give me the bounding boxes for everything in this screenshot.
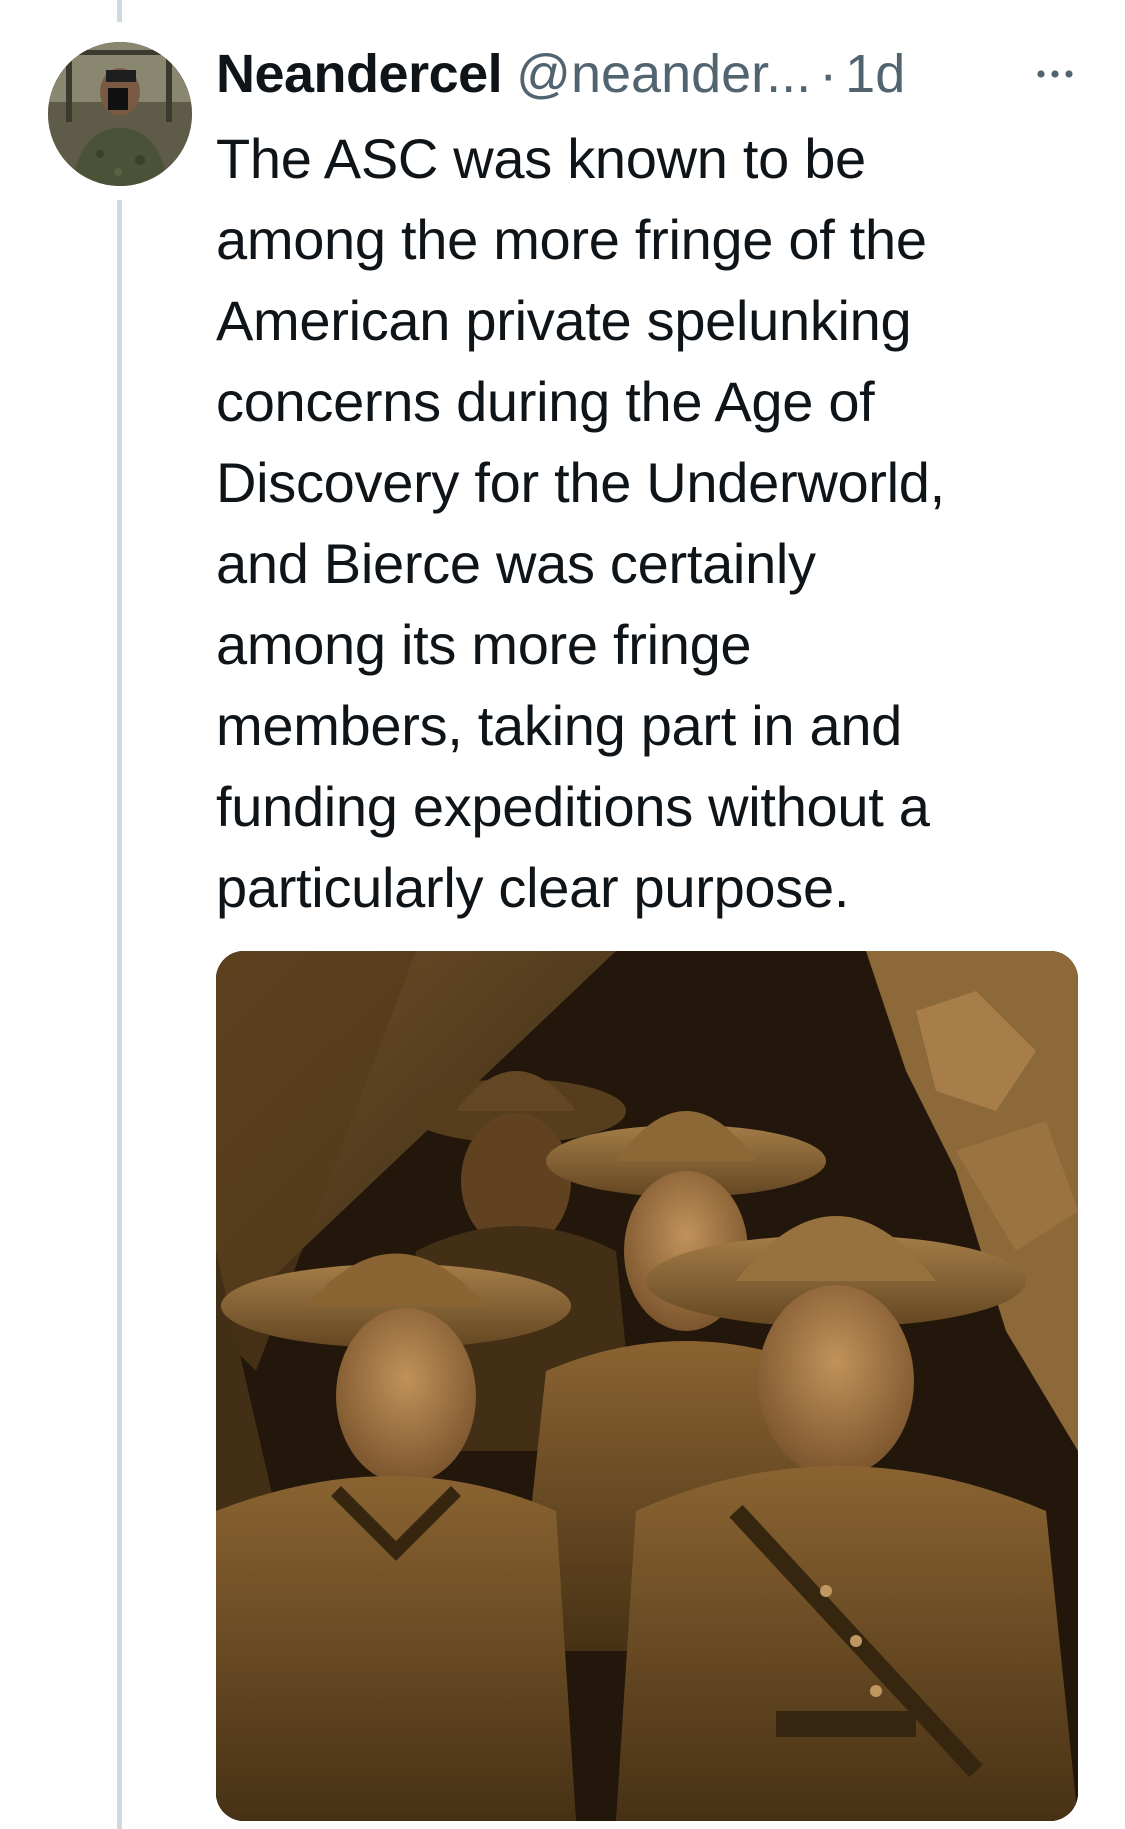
avatar-image: [48, 42, 192, 186]
separator-dot: ·: [819, 44, 838, 104]
timestamp[interactable]: 1d: [845, 43, 905, 105]
more-options-icon: [1037, 70, 1073, 78]
tweet-image[interactable]: [216, 951, 1078, 1821]
thread-connector-top: [117, 0, 122, 22]
tweet-header: Neandercel @neander... · 1d: [216, 38, 1085, 110]
avatar[interactable]: [48, 42, 192, 186]
display-name[interactable]: Neandercel: [216, 43, 503, 105]
user-handle[interactable]: @neander...: [516, 43, 811, 105]
sepia-illustration: [216, 951, 1078, 1821]
thread-connector-line: [117, 200, 122, 1829]
more-options-button[interactable]: [1033, 52, 1077, 96]
tweet-text: The ASC was known to be among the more f…: [216, 127, 945, 919]
